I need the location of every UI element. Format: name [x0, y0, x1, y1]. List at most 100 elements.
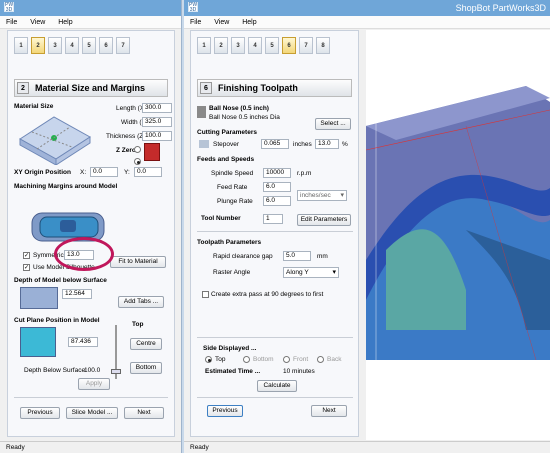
menu-view[interactable]: View [30, 16, 45, 29]
extra-pass-label: Create extra pass at 90 degrees to first [211, 291, 324, 298]
select-tool-button[interactable]: Select ... [315, 118, 351, 130]
rapid-clearance-label: Rapid clearance gap [213, 253, 273, 260]
stepover-percent-field[interactable]: 13.0 [315, 139, 339, 149]
depth-below-surface-value: 100.0 [84, 367, 101, 374]
section-number: 6 [200, 82, 212, 94]
section-title: Finishing Toolpath [218, 83, 298, 93]
tool-number-field[interactable]: 1 [263, 214, 283, 224]
stepover-icon [199, 140, 209, 148]
side-displayed-heading: Side Displayed ... [203, 345, 257, 352]
width-field[interactable]: 325.0 [142, 117, 172, 127]
z-zero-top-radio[interactable] [134, 146, 141, 153]
slice-model-button[interactable]: Slice Model ... [66, 407, 118, 419]
feed-rate-field[interactable]: 6.0 [263, 182, 291, 192]
previous-button[interactable]: Previous [207, 405, 243, 417]
3d-viewport[interactable] [366, 30, 550, 440]
left-statusbar: Ready [0, 441, 181, 453]
feed-unit-select[interactable]: inches/sec [297, 190, 347, 201]
thickness-label: Thickness (Z): [106, 133, 148, 140]
step-7-button[interactable]: 7 [299, 37, 313, 54]
rapid-clearance-field[interactable]: 5.0 [283, 251, 311, 261]
next-button[interactable]: Next [124, 407, 164, 419]
side-back-label: Back [327, 356, 342, 363]
z-zero-label: Z Zero [116, 147, 136, 154]
step-4-button[interactable]: 4 [248, 37, 262, 54]
y-origin-field[interactable]: 0.0 [134, 167, 162, 177]
app-icon: PW 3D [4, 2, 14, 13]
step-1-button[interactable]: 1 [197, 37, 211, 54]
depth-field[interactable]: 12.564 [62, 289, 92, 299]
menu-help[interactable]: Help [58, 16, 72, 29]
thickness-field[interactable]: 100.0 [142, 131, 172, 141]
calculate-button[interactable]: Calculate [257, 380, 297, 392]
spindle-speed-field[interactable]: 10000 [263, 168, 291, 178]
apply-button[interactable]: Apply [78, 378, 110, 390]
length-field[interactable]: 300.0 [142, 103, 172, 113]
edit-parameters-button[interactable]: Edit Parameters [297, 214, 351, 226]
menu-file[interactable]: File [6, 16, 17, 29]
tool-description: Ball Nose 0.5 inches Dia [209, 114, 280, 121]
step-2-button[interactable]: 2 [31, 37, 45, 54]
status-text: Ready [190, 444, 209, 451]
next-button[interactable]: Next [311, 405, 347, 417]
stepover-unit: inches [293, 141, 312, 148]
step-1-button[interactable]: 1 [14, 37, 28, 54]
step-4-button[interactable]: 4 [65, 37, 79, 54]
divider [197, 337, 353, 338]
raster-angle-select[interactable]: Along Y [283, 267, 339, 278]
side-front-label: Front [293, 356, 309, 363]
step-3-button[interactable]: 3 [231, 37, 245, 54]
extra-pass-checkbox[interactable] [202, 291, 209, 298]
app-title: ShopBot PartWorks3D [455, 3, 546, 13]
fit-to-material-button[interactable]: Fit to Material [110, 256, 166, 268]
left-titlebar: PW 3D [0, 0, 181, 16]
section-number: 2 [17, 82, 29, 94]
side-front-radio[interactable] [283, 356, 290, 363]
step-8-button[interactable]: 8 [316, 37, 330, 54]
right-statusbar: Ready [184, 441, 550, 453]
add-tabs-button[interactable]: Add Tabs ... [118, 296, 164, 308]
mm-label: mm [317, 253, 328, 260]
right-window: PW 3D ShopBot PartWorks3D File View Help … [184, 0, 550, 453]
depth-below-surface-label: Depth Below Surface: [24, 367, 87, 374]
ball-nose-tool-icon [197, 106, 206, 118]
step-2-button[interactable]: 2 [214, 37, 228, 54]
stepover-field[interactable]: 0.065 [261, 139, 289, 149]
bottom-button[interactable]: Bottom [130, 362, 162, 374]
previous-button[interactable]: Previous [20, 407, 60, 419]
side-back-radio[interactable] [317, 356, 324, 363]
percent-label: % [342, 141, 348, 148]
step-3-button[interactable]: 3 [48, 37, 62, 54]
side-bottom-radio[interactable] [243, 356, 250, 363]
cut-plane-slider-handle[interactable] [111, 369, 121, 374]
right-panel: 1 2 3 4 5 6 7 8 6 Finishing Toolpath Bal… [190, 30, 359, 437]
side-top-radio[interactable] [205, 356, 212, 363]
material-block-diagram [19, 116, 91, 165]
side-top-label: Top [215, 356, 226, 363]
left-window: PW 3D File View Help 1 2 3 4 5 6 7 2 Mate… [0, 0, 182, 453]
use-model-silhouette-checkbox[interactable]: ✓ [23, 264, 30, 271]
divider [197, 397, 353, 398]
step-5-button[interactable]: 5 [82, 37, 96, 54]
section-header: 2 Material Size and Margins [14, 79, 168, 97]
symmetrical-checkbox[interactable]: ✓ [23, 252, 30, 259]
estimated-time-value: 10 minutes [283, 368, 315, 375]
plunge-rate-field[interactable]: 6.0 [263, 196, 291, 206]
menu-view[interactable]: View [214, 16, 229, 29]
centre-button[interactable]: Centre [130, 338, 162, 350]
section-header: 6 Finishing Toolpath [197, 79, 352, 97]
toolpath-params-heading: Toolpath Parameters [197, 239, 262, 246]
z-zero-bottom-radio[interactable] [134, 158, 141, 165]
divider [197, 231, 353, 232]
raster-angle-label: Raster Angle [213, 269, 251, 276]
step-6-button[interactable]: 6 [282, 37, 296, 54]
cut-plane-field[interactable]: 87.436 [68, 337, 98, 347]
menu-help[interactable]: Help [242, 16, 256, 29]
step-5-button[interactable]: 5 [265, 37, 279, 54]
step-6-button[interactable]: 6 [99, 37, 113, 54]
x-origin-field[interactable]: 0.0 [90, 167, 118, 177]
menu-file[interactable]: File [190, 16, 201, 29]
step-7-button[interactable]: 7 [116, 37, 130, 54]
cut-plane-preview-icon [20, 327, 56, 357]
estimated-time-label: Estimated Time ... [205, 368, 261, 375]
